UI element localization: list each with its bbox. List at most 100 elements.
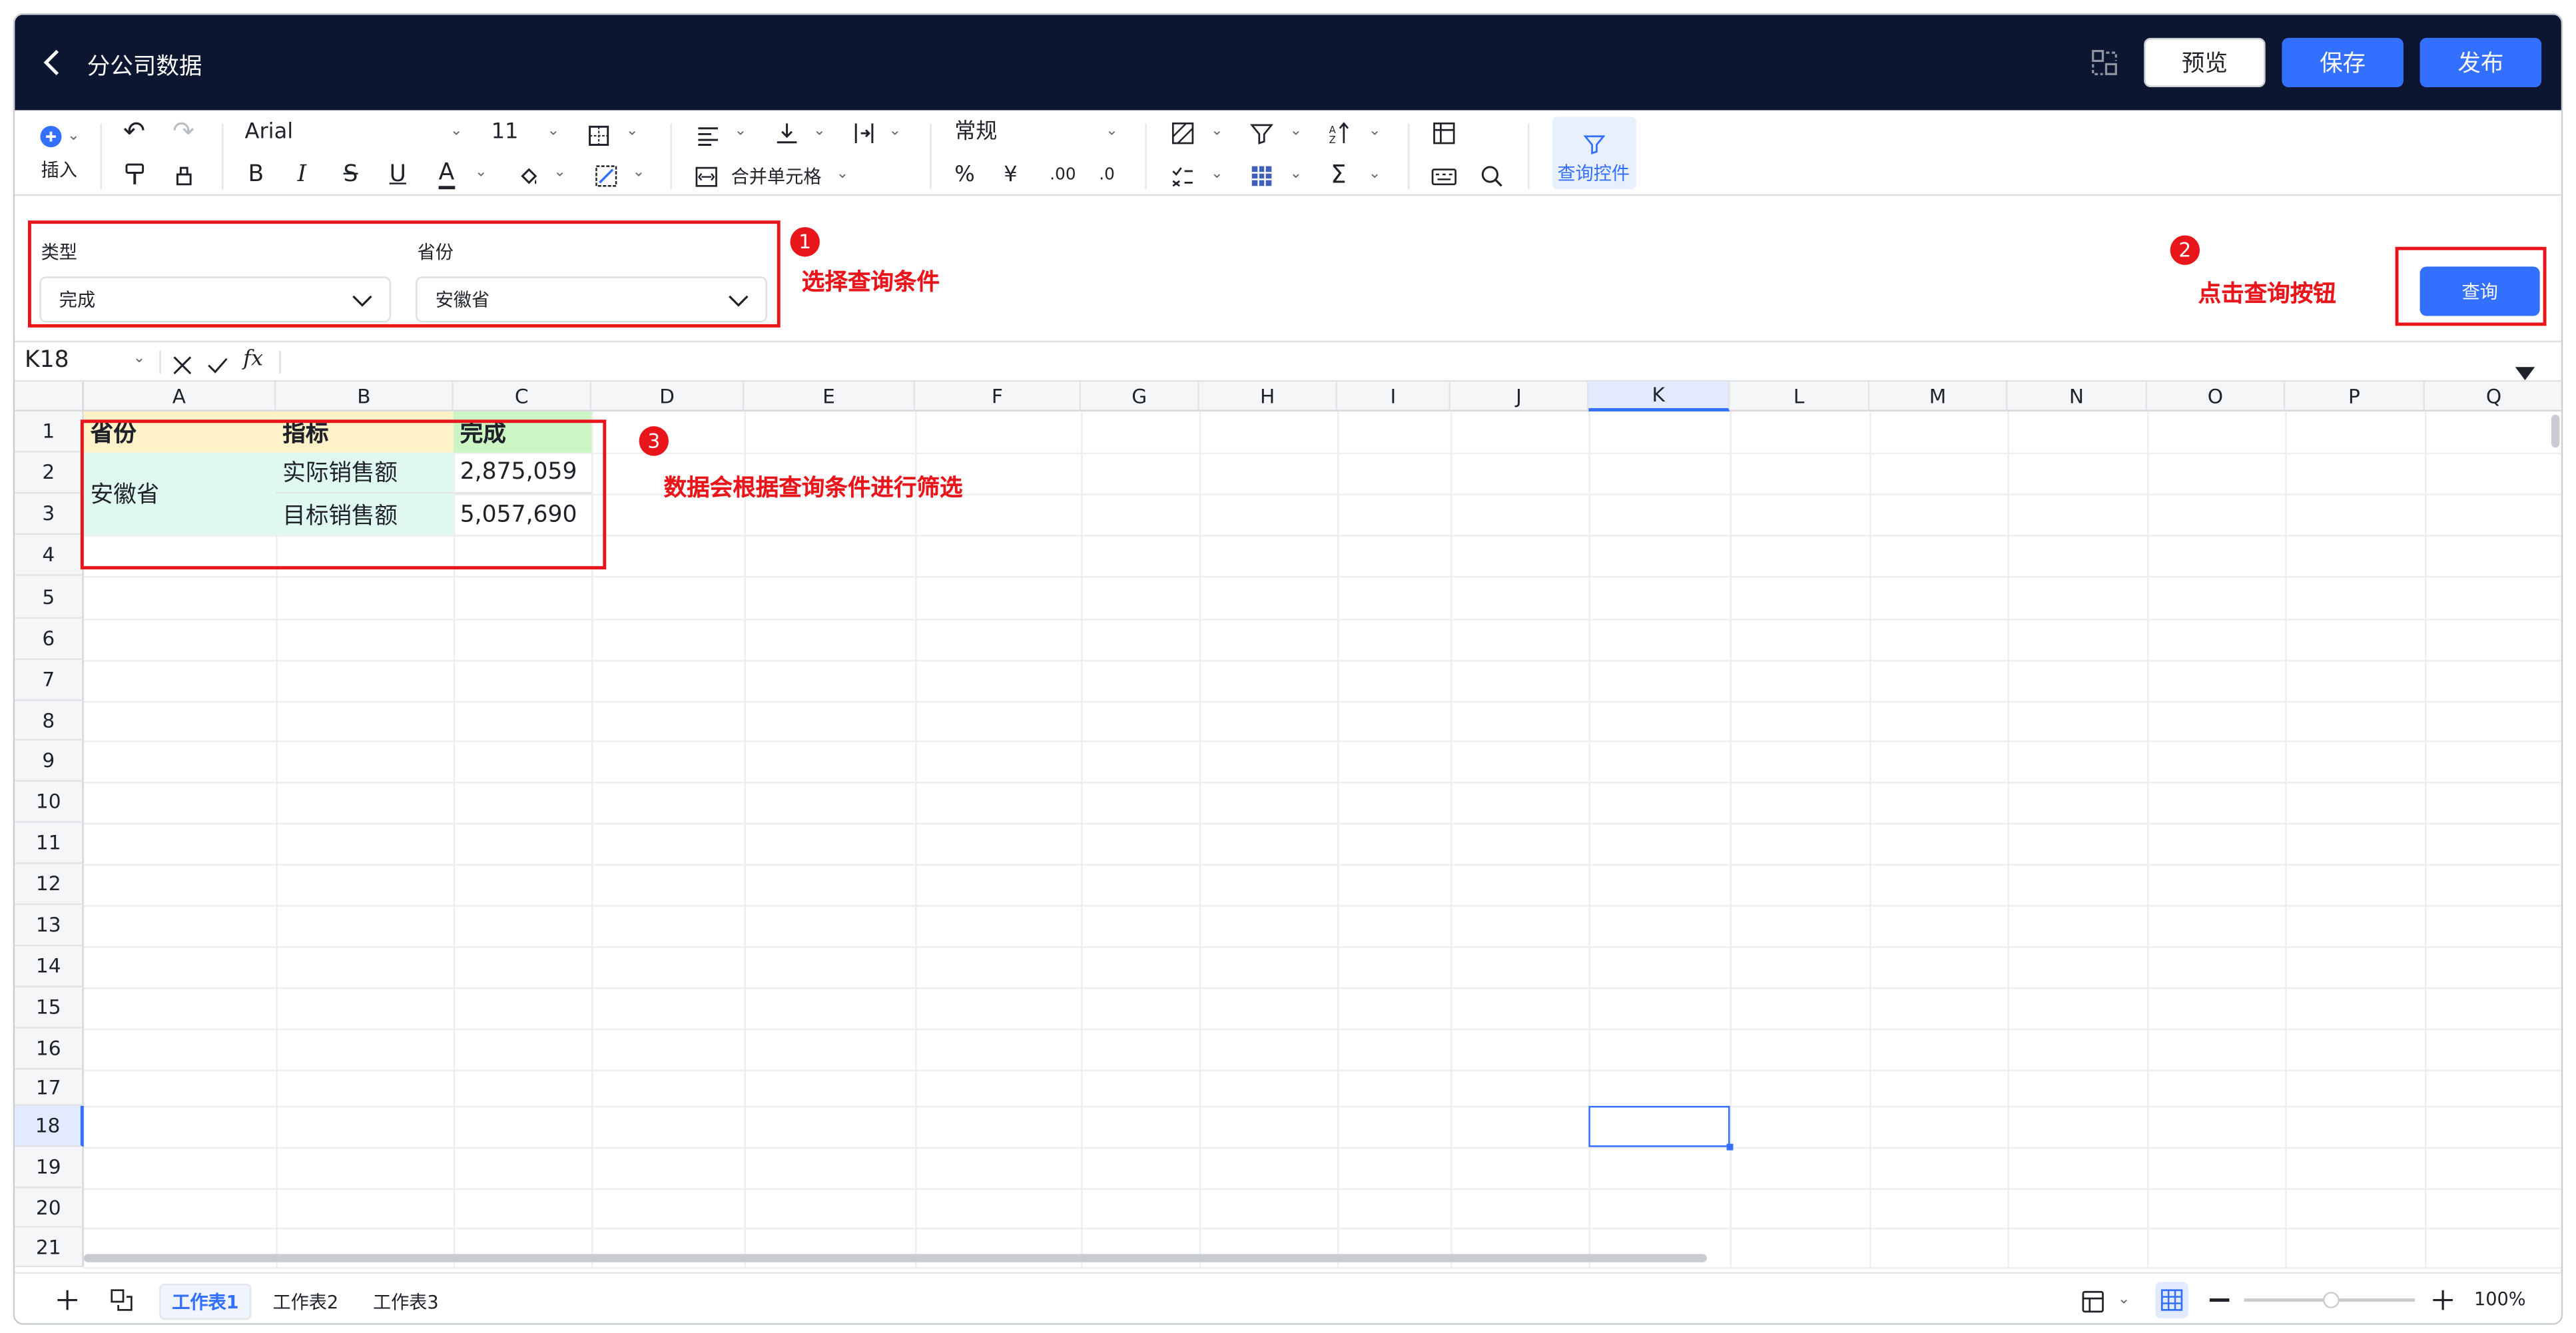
column-header-j[interactable]: J xyxy=(1450,382,1589,411)
column-header-d[interactable]: D xyxy=(591,382,745,411)
query-button[interactable]: 查询 xyxy=(2419,266,2540,316)
merge-cells-label[interactable]: 合并单元格 xyxy=(731,164,822,191)
row-header-11[interactable]: 11 xyxy=(15,822,84,864)
zoom-in-icon[interactable] xyxy=(2431,1287,2455,1318)
view-mode-icon[interactable] xyxy=(2081,1288,2104,1320)
column-header-f[interactable]: F xyxy=(915,382,1082,411)
fill-handle[interactable] xyxy=(1726,1143,1734,1151)
column-header-a[interactable]: A xyxy=(83,382,276,411)
chevron-down-icon[interactable]: ⌄ xyxy=(626,123,639,140)
add-sheet-icon[interactable] xyxy=(56,1287,79,1318)
row-header-13[interactable]: 13 xyxy=(15,905,84,947)
chevron-down-icon[interactable]: ⌄ xyxy=(547,123,559,140)
confirm-icon[interactable] xyxy=(207,350,228,382)
chevron-down-icon[interactable]: ⌄ xyxy=(1211,123,1223,140)
row-header-7[interactable]: 7 xyxy=(15,660,84,701)
sheet-tab-3[interactable]: 工作表3 xyxy=(362,1284,450,1320)
redo-icon[interactable]: ↷ xyxy=(172,118,194,145)
cell-reference-box[interactable]: K18 xyxy=(25,348,69,374)
column-header-i[interactable]: I xyxy=(1337,382,1451,411)
row-header-14[interactable]: 14 xyxy=(15,946,84,987)
row-header-19[interactable]: 19 xyxy=(15,1147,84,1189)
chevron-down-icon[interactable]: ⌄ xyxy=(2118,1292,2130,1308)
row-header-1[interactable]: 1 xyxy=(15,411,84,453)
row-header-8[interactable]: 8 xyxy=(15,700,84,741)
selected-cell-k18[interactable] xyxy=(1588,1105,1734,1151)
sheet-list-icon[interactable] xyxy=(110,1287,133,1318)
chevron-down-icon[interactable]: ⌄ xyxy=(813,123,826,140)
column-header-g[interactable]: G xyxy=(1081,382,1199,411)
publish-button[interactable]: 发布 xyxy=(2419,37,2542,87)
column-header-h[interactable]: H xyxy=(1199,382,1337,411)
row-header-12[interactable]: 12 xyxy=(15,864,84,906)
chevron-down-icon[interactable]: ⌄ xyxy=(1106,123,1118,140)
horizontal-scrollbar[interactable] xyxy=(83,1254,1708,1262)
increase-decimal-icon[interactable]: .00 xyxy=(1050,163,1076,190)
row-header-9[interactable]: 9 xyxy=(15,740,84,782)
text-wrap-icon[interactable] xyxy=(852,120,876,151)
table-style-icon[interactable] xyxy=(1250,163,1273,194)
search-icon[interactable] xyxy=(1480,163,1504,194)
zoom-slider-handle[interactable] xyxy=(2323,1292,2340,1308)
format-painter-icon[interactable] xyxy=(123,161,147,192)
row-header-6[interactable]: 6 xyxy=(15,619,84,661)
column-header-m[interactable]: M xyxy=(1869,382,2008,411)
chevron-down-icon[interactable]: ⌄ xyxy=(133,350,146,367)
merge-cells-icon[interactable] xyxy=(695,163,718,194)
number-format-select[interactable]: 常规 xyxy=(954,120,997,146)
conditional-format-icon[interactable] xyxy=(1171,120,1195,151)
font-size-select[interactable]: 11 xyxy=(491,120,519,146)
query-control-button[interactable]: 查询控件 xyxy=(1552,117,1636,190)
select-all-corner[interactable] xyxy=(15,382,84,411)
italic-icon[interactable]: I xyxy=(297,161,306,188)
font-family-select[interactable]: Arial xyxy=(245,120,294,146)
freeze-icon[interactable] xyxy=(1433,120,1456,151)
zoom-out-icon[interactable] xyxy=(2209,1298,2230,1301)
column-header-p[interactable]: P xyxy=(2285,382,2425,411)
column-header-n[interactable]: N xyxy=(2007,382,2148,411)
grid-view-button[interactable] xyxy=(2155,1282,2188,1318)
strikethrough-icon[interactable]: S xyxy=(344,161,358,188)
chevron-down-icon[interactable]: ⌄ xyxy=(836,166,849,183)
row-header-3[interactable]: 3 xyxy=(15,493,84,535)
row-header-4[interactable]: 4 xyxy=(15,535,84,577)
chevron-down-icon[interactable]: ⌄ xyxy=(553,164,566,181)
underline-icon[interactable]: U xyxy=(390,161,406,188)
insert-label[interactable]: 插入 xyxy=(41,158,77,184)
row-header-16[interactable]: 16 xyxy=(15,1028,84,1070)
chevron-down-icon[interactable]: ⌄ xyxy=(1211,166,1223,183)
keyboard-icon[interactable] xyxy=(1431,163,1457,194)
chevron-down-icon[interactable]: ⌄ xyxy=(889,123,902,140)
cell-style-icon[interactable] xyxy=(595,163,618,194)
currency-icon[interactable]: ¥ xyxy=(1004,163,1017,190)
filter-icon[interactable] xyxy=(1249,120,1274,151)
spreadsheet-grid[interactable]: ABCDEFGHIJKLMNOPQ 1 2 3 4 5 6 7 8 9 10 11 12 13 14 15 1… xyxy=(15,382,2561,1269)
sum-icon[interactable]: Σ xyxy=(1331,161,1346,188)
chevron-down-icon[interactable]: ⌄ xyxy=(450,123,463,140)
row-header-17[interactable]: 17 xyxy=(15,1069,84,1106)
insert-plus-icon[interactable] xyxy=(39,123,63,154)
chevron-down-icon[interactable]: ⌄ xyxy=(67,129,80,145)
fill-color-icon[interactable] xyxy=(517,163,541,194)
column-header-e[interactable]: E xyxy=(744,382,916,411)
clear-format-icon[interactable] xyxy=(172,161,196,192)
column-header-k[interactable]: K xyxy=(1588,382,1730,411)
row-header-20[interactable]: 20 xyxy=(15,1188,84,1228)
sheet-tab-1[interactable]: 工作表1 xyxy=(159,1283,252,1320)
align-left-icon[interactable] xyxy=(697,122,720,153)
row-header-10[interactable]: 10 xyxy=(15,782,84,823)
row-header-5[interactable]: 5 xyxy=(15,576,84,619)
sheet-tab-2[interactable]: 工作表2 xyxy=(261,1284,350,1320)
row-header-18[interactable]: 18 xyxy=(15,1105,84,1147)
chevron-down-icon[interactable]: ⌄ xyxy=(1289,123,1302,140)
back-icon[interactable] xyxy=(41,48,61,84)
column-header-o[interactable]: O xyxy=(2147,382,2286,411)
vertical-scrollbar[interactable] xyxy=(2551,414,2560,448)
chevron-down-icon[interactable]: ⌄ xyxy=(735,123,747,140)
row-header-2[interactable]: 2 xyxy=(15,452,84,494)
chevron-down-icon[interactable]: ⌄ xyxy=(633,164,645,181)
cancel-icon[interactable] xyxy=(172,350,192,382)
layout-switch-icon[interactable] xyxy=(2090,48,2119,77)
preview-button[interactable]: 预览 xyxy=(2144,37,2266,87)
sort-icon[interactable]: AZ xyxy=(1329,120,1353,151)
